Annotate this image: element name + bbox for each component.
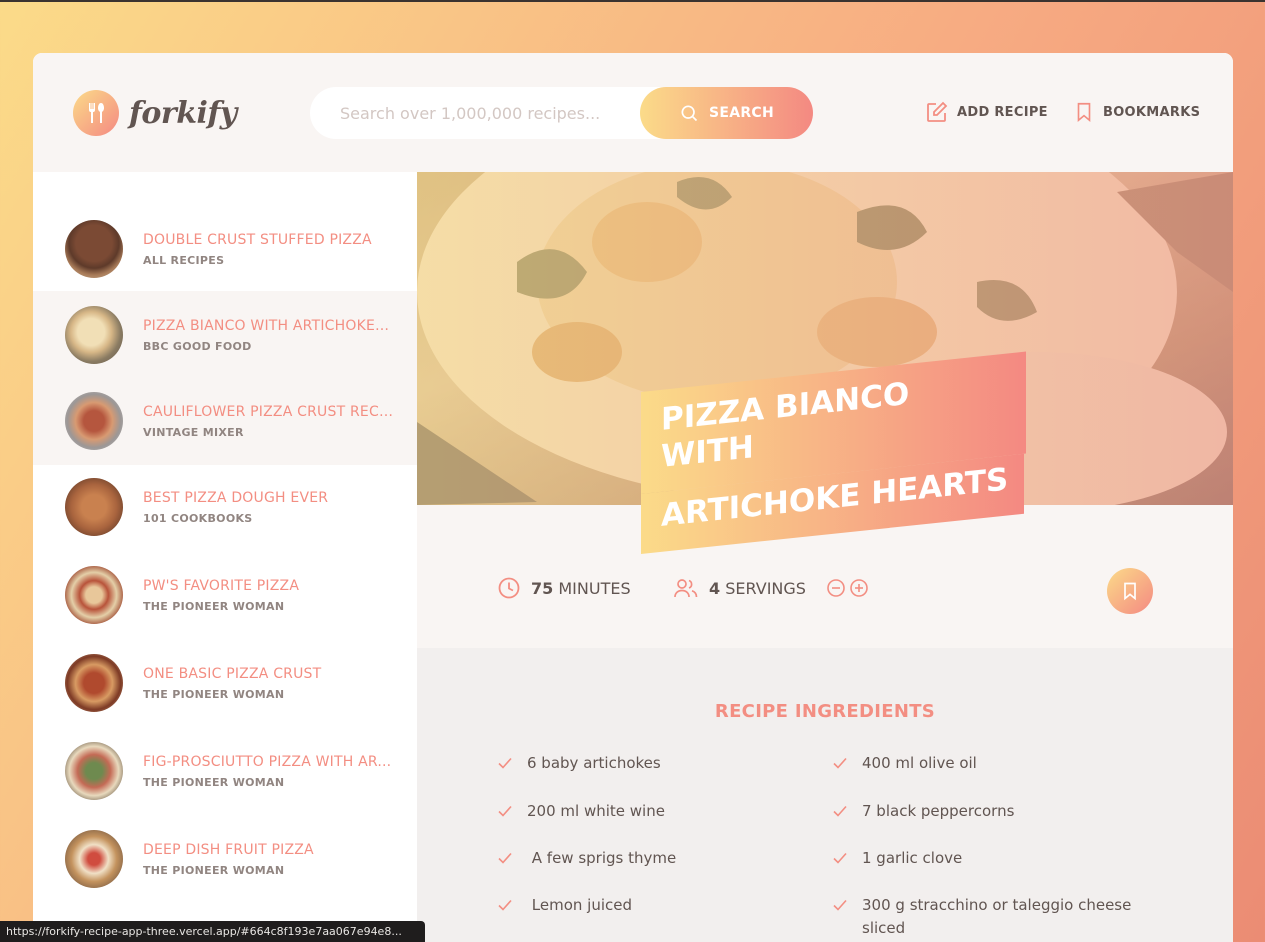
app-container: forkify SEARCH ADD RECIPE BOOKMARKS <box>33 53 1233 942</box>
search-icon <box>681 105 698 122</box>
result-publisher: THE PIONEER WOMAN <box>143 687 285 701</box>
ingredient-item: 6 baby artichokes <box>497 752 807 775</box>
result-publisher: 101 COOKBOOKS <box>143 511 253 525</box>
result-publisher: THE PIONEER WOMAN <box>143 775 285 789</box>
add-recipe-button[interactable]: ADD RECIPE <box>925 100 1048 124</box>
check-icon <box>498 852 512 864</box>
result-title: DEEP DISH FRUIT PIZZA <box>143 841 314 858</box>
check-icon <box>833 852 847 864</box>
recipe-thumbnail <box>65 742 123 800</box>
result-item[interactable]: FIG-PROSCIUTTO PIZZA WITH AR... THE PION… <box>33 727 417 815</box>
bookmarks-label: BOOKMARKS <box>1103 104 1201 120</box>
result-title: FIG-PROSCIUTTO PIZZA WITH AR... <box>143 753 392 770</box>
users-icon <box>674 579 698 598</box>
edit-icon <box>927 101 948 122</box>
ingredient-item: 200 ml white wine <box>497 800 807 823</box>
search-input[interactable] <box>310 103 630 123</box>
recipe-thumbnail <box>65 654 123 712</box>
result-item[interactable]: CAULIFLOWER PIZZA CRUST RECI... VINTAGE … <box>33 377 417 465</box>
bookmark-recipe-button[interactable] <box>1107 568 1153 614</box>
recipe-thumbnail <box>65 392 123 450</box>
cooking-time: 75 MINUTES <box>497 576 631 600</box>
ingredient-text: 6 baby artichokes <box>527 754 661 772</box>
check-icon <box>833 899 847 911</box>
result-title: PW'S FAVORITE PIZZA <box>143 577 300 594</box>
result-item[interactable]: ONE BASIC PIZZA CRUST THE PIONEER WOMAN <box>33 639 417 727</box>
servings-value: 4 <box>709 578 721 598</box>
ingredient-text: 7 black peppercorns <box>862 802 1015 820</box>
recipe-thumbnail <box>65 220 123 278</box>
recipe-thumbnail <box>65 830 123 888</box>
ingredients-heading: RECIPE INGREDIENTS <box>714 701 936 722</box>
bookmark-icon <box>1124 582 1136 601</box>
add-recipe-label: ADD RECIPE <box>957 104 1048 120</box>
result-item[interactable]: PW'S FAVORITE PIZZA THE PIONEER WOMAN <box>33 551 417 639</box>
logo[interactable]: forkify <box>73 90 237 136</box>
window-top-border <box>0 0 1265 2</box>
bookmarks-button[interactable]: BOOKMARKS <box>1073 100 1200 124</box>
result-item[interactable]: BEST PIZZA DOUGH EVER 101 COOKBOOKS <box>33 463 417 551</box>
recipe-thumbnail <box>65 478 123 536</box>
result-item[interactable]: PIZZA BIANCO WITH ARTICHOKE ... BBC GOOD… <box>33 291 417 379</box>
result-publisher: BBC GOOD FOOD <box>143 339 252 353</box>
minus-circle-icon[interactable] <box>826 578 846 598</box>
ingredient-text: 1 garlic clove <box>862 849 963 867</box>
ingredient-text: 300 g stracchino or taleggio cheese slic… <box>862 896 1132 937</box>
check-icon <box>498 805 512 817</box>
result-publisher: VINTAGE MIXER <box>143 425 244 439</box>
search-form: SEARCH <box>310 87 813 139</box>
ingredient-text: 400 ml olive oil <box>862 754 977 772</box>
ingredient-text: Lemon juiced <box>527 896 632 914</box>
result-publisher: ALL RECIPES <box>143 253 225 267</box>
ingredient-item: 400 ml olive oil <box>832 752 1142 775</box>
check-icon <box>498 757 512 769</box>
result-item[interactable]: DOUBLE CRUST STUFFED PIZZA ALL RECIPES <box>33 205 417 293</box>
ingredient-text: 200 ml white wine <box>527 802 665 820</box>
result-item[interactable]: DEEP DISH FRUIT PIZZA THE PIONEER WOMAN <box>33 815 417 903</box>
minutes-value: 75 <box>531 578 554 598</box>
recipe-ingredients: RECIPE INGREDIENTS 6 baby artichokes 400… <box>417 648 1233 942</box>
check-icon <box>498 899 512 911</box>
recipe-view: PIZZA BIANCO WITH ARTICHOKE HEARTS 75 MI… <box>417 172 1233 942</box>
ingredient-item: Lemon juiced <box>497 894 807 917</box>
status-bar-url: https://forkify-recipe-app-three.vercel.… <box>0 921 425 942</box>
recipe-thumbnail <box>65 566 123 624</box>
plus-circle-icon[interactable] <box>849 578 869 598</box>
fork-spoon-icon <box>73 90 119 136</box>
result-publisher: THE PIONEER WOMAN <box>143 599 285 613</box>
search-button[interactable]: SEARCH <box>640 87 813 139</box>
check-icon <box>833 757 847 769</box>
ingredient-item: 300 g stracchino or taleggio cheese slic… <box>832 894 1132 939</box>
header: forkify SEARCH ADD RECIPE BOOKMARKS <box>33 53 1233 172</box>
logo-text: forkify <box>129 95 237 131</box>
servings: 4 SERVINGS <box>673 576 869 600</box>
ingredient-text: A few sprigs thyme <box>527 849 677 867</box>
search-results: DOUBLE CRUST STUFFED PIZZA ALL RECIPES P… <box>33 172 417 942</box>
search-button-label: SEARCH <box>708 105 775 121</box>
recipe-thumbnail <box>65 306 123 364</box>
result-publisher: THE PIONEER WOMAN <box>143 863 285 877</box>
servings-label: SERVINGS <box>725 578 806 598</box>
result-title: ONE BASIC PIZZA CRUST <box>143 665 322 682</box>
result-title: BEST PIZZA DOUGH EVER <box>143 489 329 506</box>
check-icon <box>833 805 847 817</box>
ingredient-item: A few sprigs thyme <box>497 847 807 870</box>
result-title: PIZZA BIANCO WITH ARTICHOKE ... <box>143 317 393 334</box>
bookmark-icon <box>1077 102 1091 123</box>
result-title: CAULIFLOWER PIZZA CRUST RECI... <box>143 403 393 420</box>
ingredient-item: 1 garlic clove <box>832 847 1142 870</box>
clock-icon <box>498 577 520 599</box>
minutes-label: MINUTES <box>558 578 631 598</box>
ingredient-item: 7 black peppercorns <box>832 800 1142 823</box>
result-title: DOUBLE CRUST STUFFED PIZZA <box>143 231 372 248</box>
